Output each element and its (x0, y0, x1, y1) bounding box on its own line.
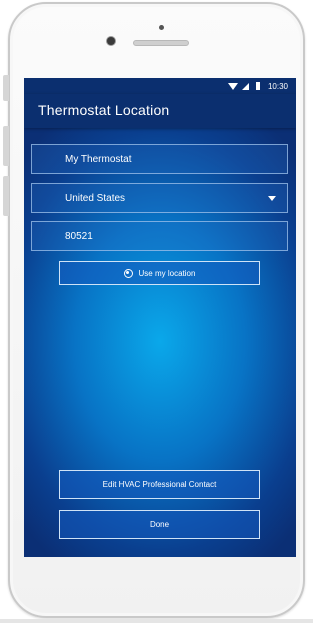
location-target-icon (123, 268, 133, 278)
done-label: Done (149, 520, 170, 529)
chevron-down-icon[interactable] (268, 196, 276, 201)
proximity-sensor (159, 25, 164, 30)
zip-code-field[interactable]: 80521 (31, 221, 288, 251)
phone-side-button (3, 75, 9, 101)
country-value: United States (65, 192, 126, 204)
bottom-divider (0, 619, 313, 623)
wifi-icon (227, 82, 238, 90)
edit-hvac-contact-button[interactable]: Edit HVAC Professional Contact (59, 470, 260, 499)
thermostat-name-field[interactable]: My Thermostat (31, 144, 288, 174)
app-bar: Thermostat Location (24, 94, 296, 128)
status-time: 10:30 (267, 81, 288, 91)
use-my-location-button[interactable]: Use my location (59, 261, 260, 285)
battery-icon (255, 82, 260, 90)
signal-icon (241, 82, 249, 90)
phone-volume-down-button (3, 176, 9, 216)
edit-hvac-contact-label: Edit HVAC Professional Contact (102, 480, 217, 489)
phone-volume-up-button (3, 126, 9, 166)
front-camera (107, 37, 115, 45)
country-select[interactable]: United States (31, 183, 288, 213)
use-my-location-label: Use my location (138, 268, 196, 278)
done-button[interactable]: Done (59, 510, 260, 539)
page-title: Thermostat Location (38, 102, 170, 118)
status-bar: 10:30 (24, 78, 296, 94)
thermostat-name-value: My Thermostat (65, 153, 132, 165)
earpiece-speaker (133, 40, 189, 46)
zip-code-value: 80521 (65, 230, 93, 242)
phone-screen: 10:30 Thermostat Location My Thermostat … (24, 78, 296, 557)
